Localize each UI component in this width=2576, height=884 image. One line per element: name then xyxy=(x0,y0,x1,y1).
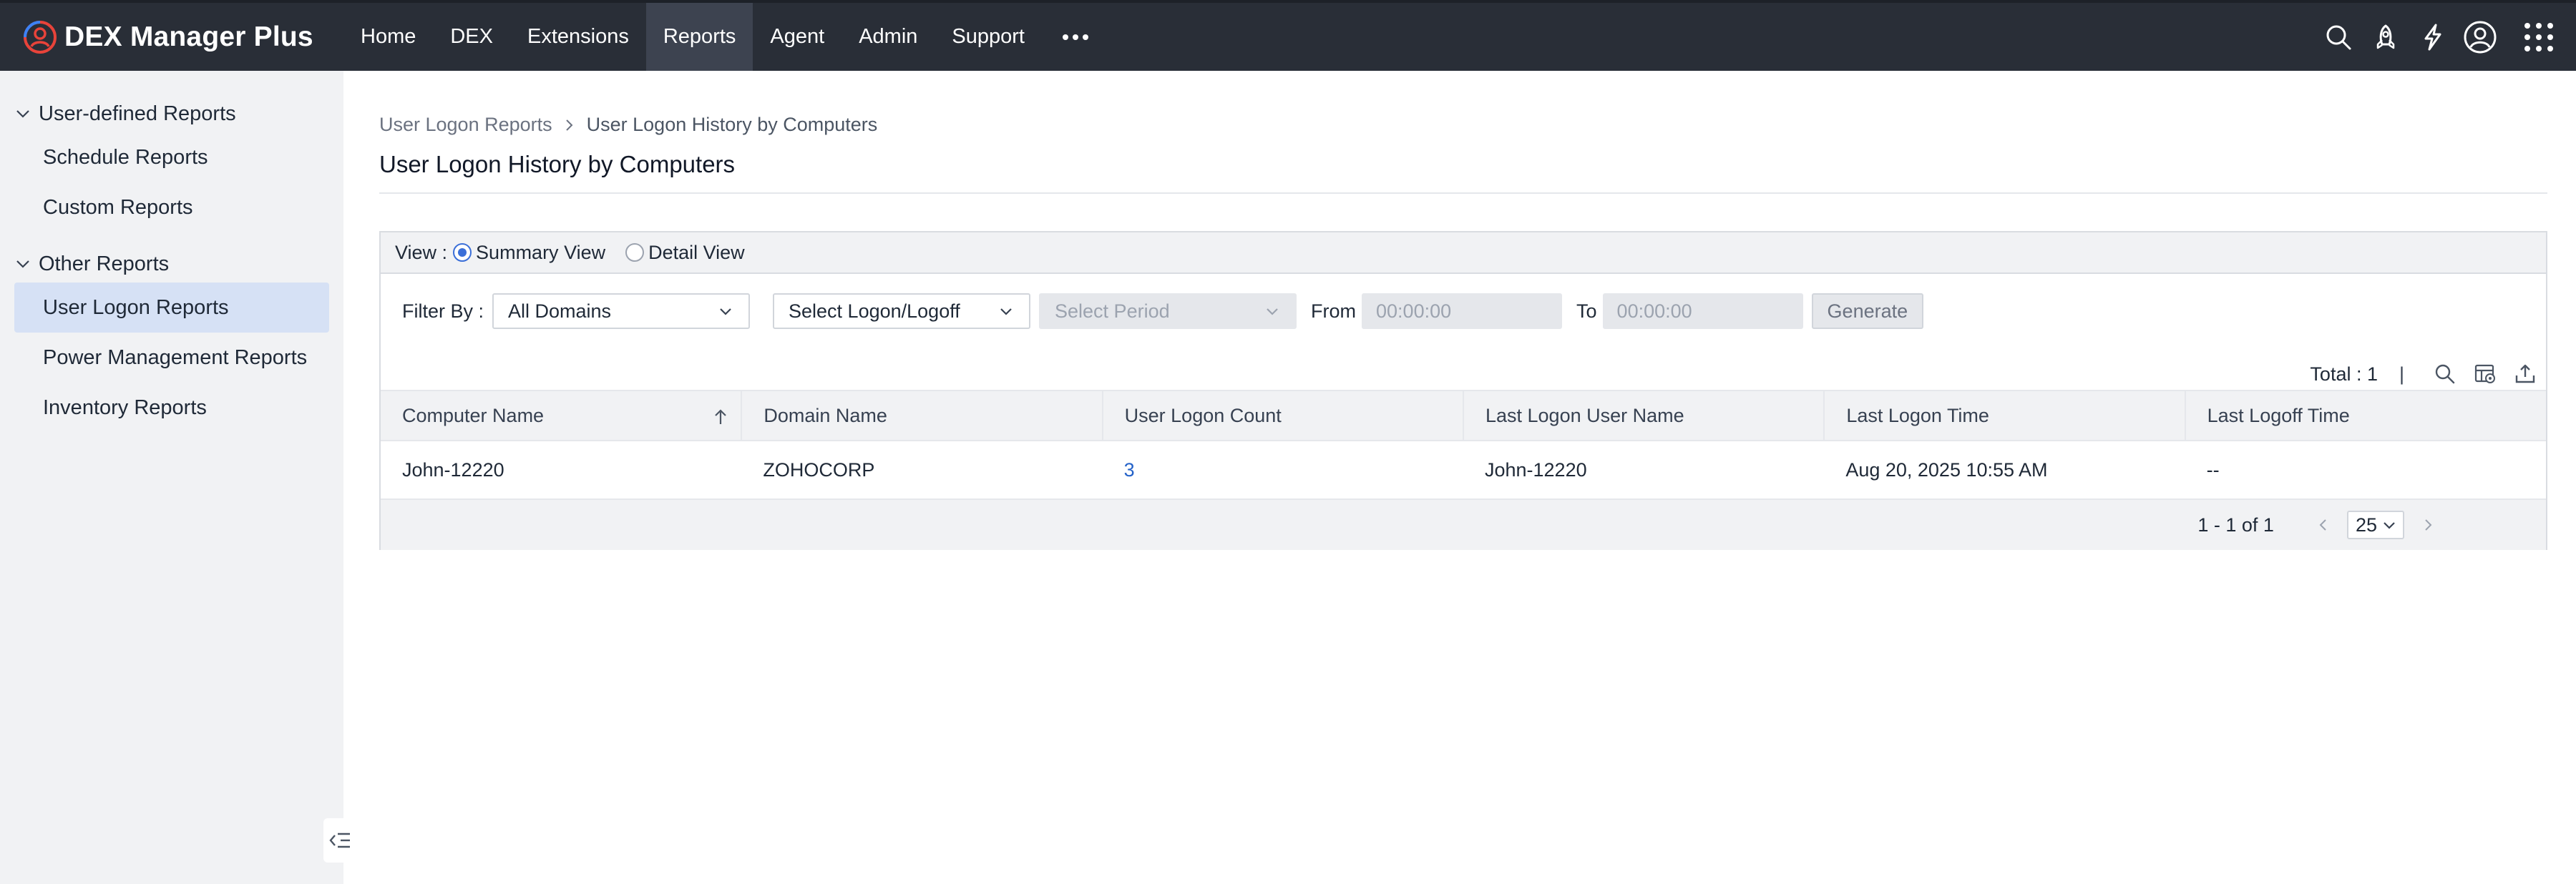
cell-computer-name: John-12220 xyxy=(381,441,742,500)
view-selector: View : Summary View Detail View xyxy=(381,232,2546,274)
chevron-down-icon xyxy=(2384,522,2395,529)
top-right-icons xyxy=(2314,3,2576,71)
table-search-icon[interactable] xyxy=(2427,356,2463,392)
detail-view-radio[interactable]: Detail View xyxy=(625,242,745,264)
column-header-domain-name[interactable]: Domain Name xyxy=(741,390,1103,441)
sidebar-item-user-logon-reports[interactable]: User Logon Reports xyxy=(14,283,329,333)
filter-by-label: Filter By : xyxy=(402,300,484,322)
generate-button[interactable]: Generate xyxy=(1811,293,1924,329)
cell-last-logon-user-name: John-12220 xyxy=(1463,441,1825,500)
export-icon[interactable] xyxy=(2507,356,2543,392)
summary-view-radio[interactable]: Summary View xyxy=(453,242,605,264)
collapse-sidebar-button[interactable] xyxy=(323,818,356,863)
chevron-down-icon xyxy=(1000,308,1012,315)
cell-user-logon-count-link[interactable]: 3 xyxy=(1102,441,1463,500)
total-count: Total : 1 xyxy=(2310,363,2378,385)
search-icon[interactable] xyxy=(2316,14,2361,60)
nav-dex[interactable]: DEX xyxy=(433,3,510,71)
nav-extensions[interactable]: Extensions xyxy=(510,3,646,71)
divider xyxy=(379,192,2547,194)
previous-page-icon[interactable] xyxy=(2311,513,2336,537)
column-chooser-icon[interactable] xyxy=(2467,356,2503,392)
period-select[interactable]: Select Period xyxy=(1039,293,1297,329)
chevron-down-icon xyxy=(16,260,29,268)
dex-logo-icon xyxy=(24,20,57,54)
sidebar-item-power-management-reports[interactable]: Power Management Reports xyxy=(14,333,329,383)
to-label: To xyxy=(1576,300,1597,322)
from-label: From xyxy=(1311,300,1357,322)
nav-admin[interactable]: Admin xyxy=(841,3,935,71)
page-size-value: 25 xyxy=(2355,514,2377,536)
sort-ascending-icon[interactable] xyxy=(711,407,731,427)
sidebar-item-custom-reports[interactable]: Custom Reports xyxy=(14,182,329,232)
report-table: Computer Name Domain Name User Logon Cou… xyxy=(381,390,2546,500)
breadcrumb-current: User Logon History by Computers xyxy=(586,114,878,135)
column-header-computer-name[interactable]: Computer Name xyxy=(381,390,743,441)
next-page-icon[interactable] xyxy=(2416,513,2440,537)
filter-bar: Filter By : All Domains Select Logon/Log… xyxy=(402,293,1924,330)
cell-last-logoff-time: -- xyxy=(2185,441,2546,500)
period-select-value: Select Period xyxy=(1055,300,1170,322)
sidebar-item-schedule-reports[interactable]: Schedule Reports xyxy=(14,132,329,182)
column-header-label: Computer Name xyxy=(402,404,545,426)
nav-support[interactable]: Support xyxy=(935,3,1042,71)
logon-logoff-select-value: Select Logon/Logoff xyxy=(789,300,960,322)
chevron-down-icon xyxy=(16,110,29,118)
pagination-range: 1 - 1 of 1 xyxy=(2197,514,2274,536)
sidebar-group-label: Other Reports xyxy=(39,252,170,275)
chevron-right-icon xyxy=(565,119,573,131)
column-header-last-logoff-time[interactable]: Last Logoff Time xyxy=(2185,390,2546,441)
table-header-row: Computer Name Domain Name User Logon Cou… xyxy=(381,390,2546,441)
toolbar-separator: | xyxy=(2399,363,2404,385)
collapse-menu-icon xyxy=(329,833,350,848)
from-time-input[interactable]: 00:00:00 xyxy=(1362,293,1563,329)
breadcrumb-parent-link[interactable]: User Logon Reports xyxy=(379,114,552,136)
page-size-select[interactable]: 25 xyxy=(2346,511,2404,539)
cell-last-logon-time: Aug 20, 2025 10:55 AM xyxy=(1824,441,2185,500)
to-time-input[interactable]: 00:00:00 xyxy=(1602,293,1803,329)
domain-select-value: All Domains xyxy=(508,300,612,322)
user-profile-icon[interactable] xyxy=(2457,14,2503,60)
more-options-icon[interactable] xyxy=(1042,3,1109,71)
detail-view-label: Detail View xyxy=(648,241,745,263)
logon-logoff-select[interactable]: Select Logon/Logoff xyxy=(773,293,1031,329)
radio-selected-icon xyxy=(453,243,472,262)
top-navigation-bar: DEX Manager Plus Home DEX Extensions Rep… xyxy=(0,0,2576,71)
report-panel: View : Summary View Detail View Filter B… xyxy=(379,231,2547,550)
nav-reports[interactable]: Reports xyxy=(645,3,753,71)
breadcrumb: User Logon Reports User Logon History by… xyxy=(379,114,877,136)
sidebar: User-defined Reports Schedule Reports Cu… xyxy=(0,71,356,884)
app-name: DEX Manager Plus xyxy=(64,21,313,52)
brand[interactable]: DEX Manager Plus xyxy=(0,3,343,71)
pagination: 1 - 1 of 1 25 xyxy=(381,500,2546,550)
column-header-user-logon-count[interactable]: User Logon Count xyxy=(1102,390,1464,441)
chevron-down-icon xyxy=(720,308,731,315)
chevron-down-icon xyxy=(1267,308,1278,315)
nav-home[interactable]: Home xyxy=(343,3,433,71)
main-nav: Home DEX Extensions Reports Agent Admin … xyxy=(343,3,1109,71)
sidebar-item-inventory-reports[interactable]: Inventory Reports xyxy=(14,383,329,433)
column-header-last-logon-user-name[interactable]: Last Logon User Name xyxy=(1463,390,1825,441)
page-title: User Logon History by Computers xyxy=(379,151,736,177)
sidebar-group-user-defined-reports[interactable]: User-defined Reports xyxy=(0,95,343,132)
rocket-icon[interactable] xyxy=(2363,14,2409,60)
sidebar-group-label: User-defined Reports xyxy=(39,102,236,125)
table-row: John-12220 ZOHOCORP 3 John-12220 Aug 20,… xyxy=(381,441,2546,500)
nav-agent[interactable]: Agent xyxy=(753,3,841,71)
view-label: View : xyxy=(395,241,448,263)
column-header-last-logon-time[interactable]: Last Logon Time xyxy=(1824,390,2186,441)
table-toolbar: Total : 1 | xyxy=(2310,354,2546,394)
radio-unselected-icon xyxy=(625,243,645,262)
cell-domain-name: ZOHOCORP xyxy=(741,441,1103,500)
domain-select[interactable]: All Domains xyxy=(492,293,751,329)
lightning-icon[interactable] xyxy=(2410,14,2456,60)
summary-view-label: Summary View xyxy=(476,241,606,263)
sidebar-group-other-reports[interactable]: Other Reports xyxy=(0,245,343,283)
apps-grid-icon[interactable] xyxy=(2516,14,2562,60)
